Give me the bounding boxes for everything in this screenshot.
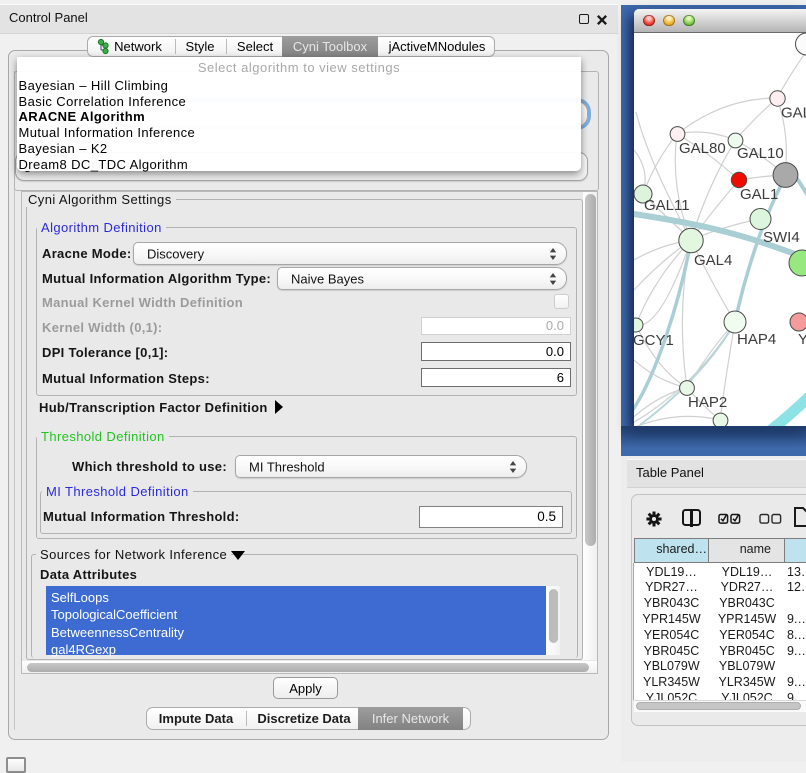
svg-text:GAL10: GAL10 <box>737 145 784 162</box>
svg-text:HAP2: HAP2 <box>688 394 727 411</box>
svg-text:YJ: YJ <box>798 331 806 348</box>
svg-text:GAL80: GAL80 <box>679 140 726 157</box>
svg-text:GAL11: GAL11 <box>644 197 690 214</box>
svg-text:GAL7: GAL7 <box>781 105 806 122</box>
svg-text:HAP4: HAP4 <box>737 331 776 348</box>
svg-text:GCY1: GCY1 <box>634 332 674 349</box>
svg-text:GAL4: GAL4 <box>694 252 732 269</box>
svg-text:GAL1: GAL1 <box>740 186 778 203</box>
svg-text:SWI4: SWI4 <box>763 229 800 246</box>
